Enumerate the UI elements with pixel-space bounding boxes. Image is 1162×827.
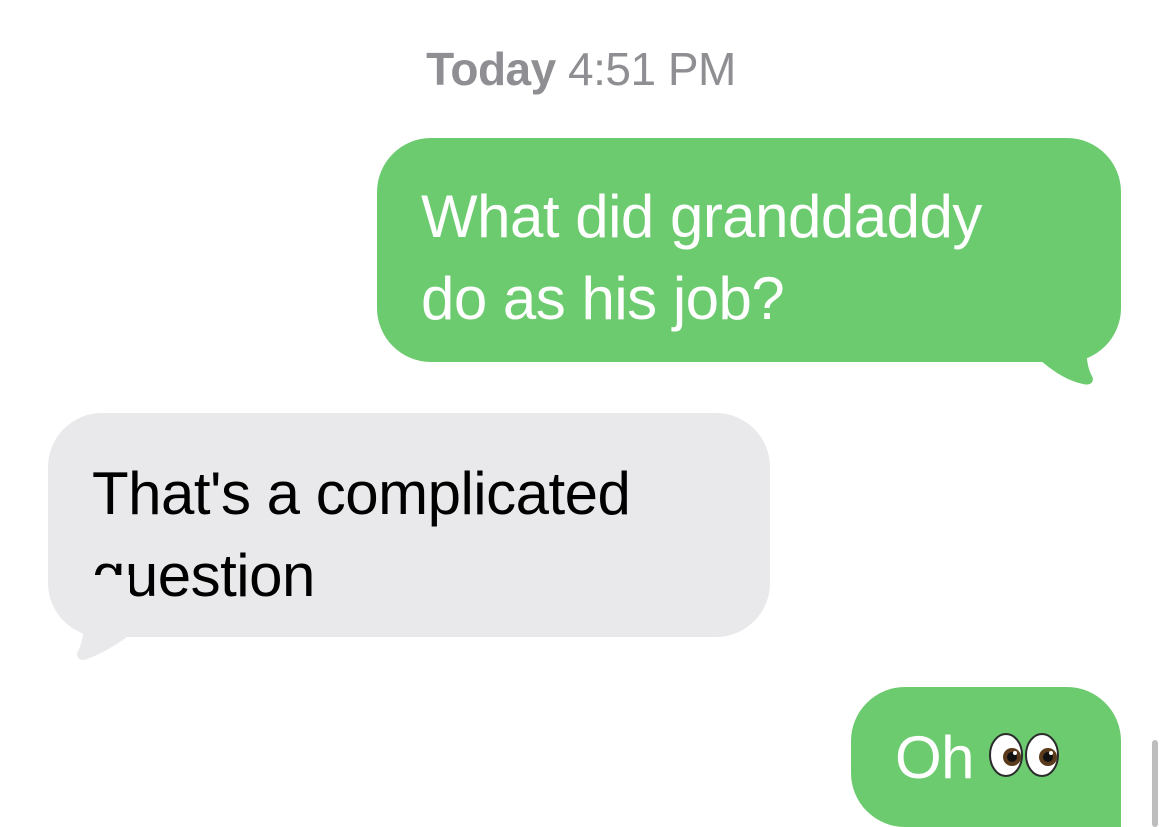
message-text-line: question bbox=[92, 542, 315, 609]
sent-message-bubble[interactable]: Oh bbox=[851, 687, 1121, 827]
message-text: Oh bbox=[895, 724, 975, 791]
sent-bubble-tail bbox=[1040, 300, 1093, 385]
message-text-line: What did granddaddy bbox=[421, 183, 982, 250]
timestamp-time: 4:51 PM bbox=[568, 43, 736, 95]
sent-message-bubble[interactable]: What did granddaddy do as his job? bbox=[377, 138, 1121, 362]
message-text-line: do as his job? bbox=[421, 265, 785, 332]
eyes-emoji-icon bbox=[988, 717, 1060, 799]
received-bubble-tail bbox=[77, 575, 130, 660]
message-text-line: That's a complicated bbox=[92, 460, 631, 527]
message-timestamp: Today 4:51 PM bbox=[0, 42, 1162, 96]
timestamp-day: Today bbox=[426, 43, 556, 95]
received-message-bubble[interactable]: That's a complicated question bbox=[48, 413, 770, 637]
vertical-scrollbar[interactable] bbox=[1152, 740, 1158, 827]
